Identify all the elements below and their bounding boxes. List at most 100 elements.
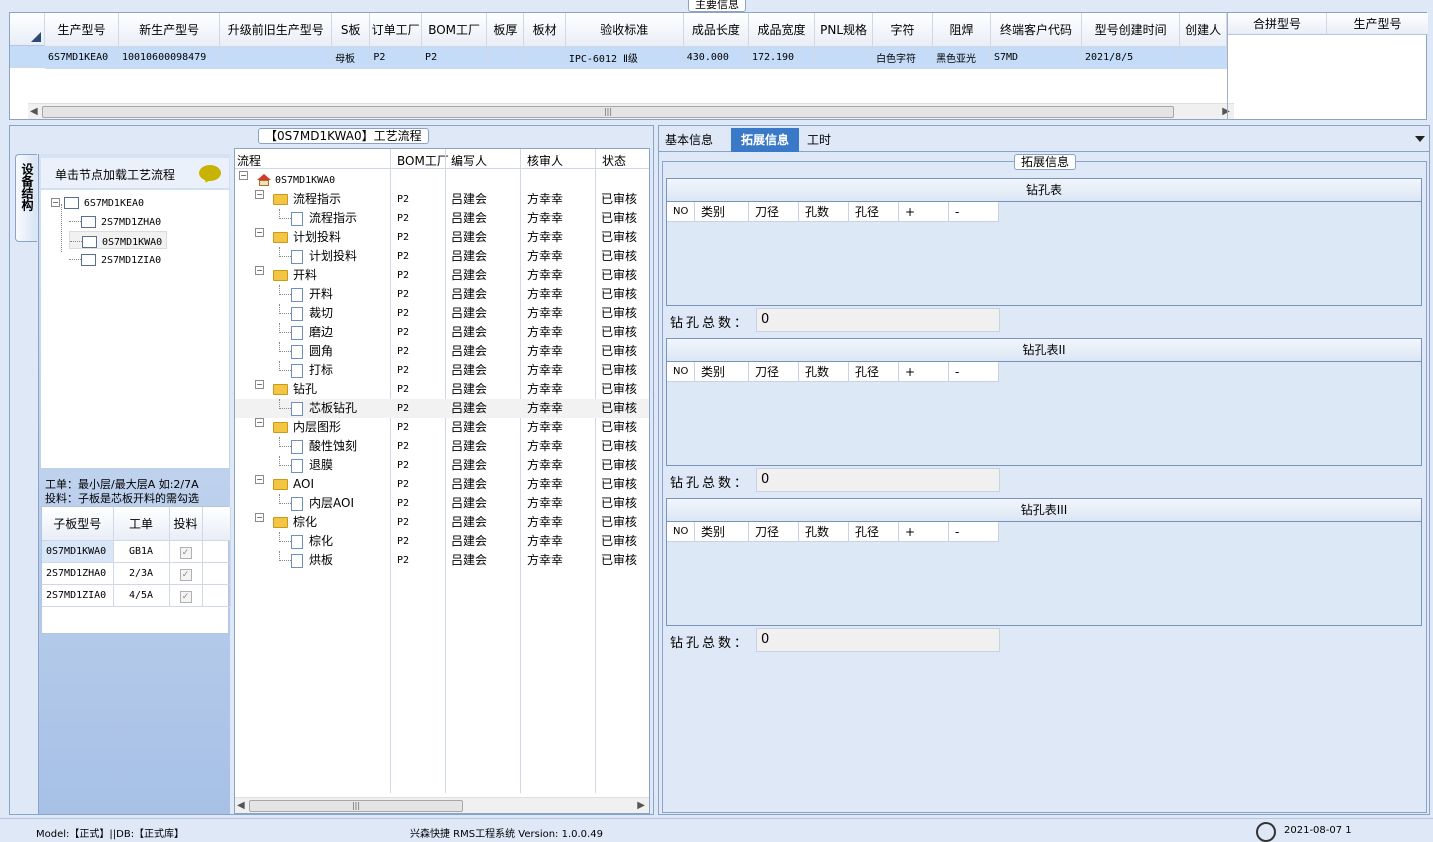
merge-col-header[interactable]: 合拼型号 — [1228, 13, 1327, 35]
main-col-header[interactable]: 升级前旧生产型号 — [219, 13, 333, 47]
drill-col-header[interactable]: 类别 — [695, 202, 749, 222]
main-grid-table[interactable]: 生产型号 新生产型号 升级前旧生产型号 S板 订单工厂 BOM工厂 板厚 板材 验收标准 成品长度… — [45, 13, 1227, 69]
sub-col-feed[interactable]: 投料 — [169, 507, 203, 541]
flow-col-header[interactable]: 核审人 — [527, 152, 563, 169]
flow-row[interactable]: 圆角 P2 吕建会 方幸幸 已审核 — [235, 342, 649, 361]
main-cell[interactable]: 白色字符 — [872, 46, 934, 69]
main-cell[interactable]: IPC-6012 Ⅱ级 — [565, 46, 684, 69]
collapse-icon[interactable]: − — [255, 266, 264, 275]
tab-extended-info[interactable]: 拓展信息 — [731, 128, 799, 152]
sub-col-model[interactable]: 子板型号 — [42, 507, 114, 541]
flow-row[interactable]: 磨边 P2 吕建会 方幸幸 已审核 — [235, 323, 649, 342]
flow-row[interactable]: − 棕化 P2 吕建会 方幸幸 已审核 — [235, 513, 649, 532]
drill-col-header[interactable]: 孔数 — [799, 522, 849, 542]
collapse-icon[interactable]: − — [255, 418, 264, 427]
flow-row[interactable]: 退膜 P2 吕建会 方幸幸 已审核 — [235, 456, 649, 475]
main-col-header[interactable]: 创建人 — [1179, 13, 1227, 47]
flow-grid[interactable]: 流程 BOM工厂 编写人 核审人 状态 −0S7MD1KWA0− 流程指示 P2 吕建会 方幸幸… — [234, 148, 650, 814]
sub-board-grid[interactable]: 子板型号 工单 投料 0S7MD1KWA0 GB1A ✓ 2S7MD1ZHA0 2/3A… — [41, 506, 231, 634]
merge-prod-col-header[interactable]: 生产型号 — [1327, 13, 1428, 35]
flow-col-header[interactable]: 状态 — [602, 152, 626, 169]
drill-col-header[interactable]: NO — [667, 522, 695, 542]
flow-row[interactable]: 流程指示 P2 吕建会 方幸幸 已审核 — [235, 209, 649, 228]
flow-row[interactable]: − 开料 P2 吕建会 方幸幸 已审核 — [235, 266, 649, 285]
collapse-icon[interactable]: − — [255, 513, 264, 522]
feed-checkbox[interactable]: ✓ — [179, 546, 192, 559]
drill-col-header[interactable]: NO — [667, 362, 695, 382]
collapse-icon[interactable]: − — [255, 380, 264, 389]
main-cell[interactable]: 6S7MD1KEA0 — [45, 46, 119, 69]
tree-node[interactable]: 2S7MD1ZHA0 — [69, 212, 161, 230]
flow-row[interactable]: 打标 P2 吕建会 方幸幸 已审核 — [235, 361, 649, 380]
drill-col-header[interactable]: 刀径 — [749, 362, 799, 382]
main-cell[interactable]: P2 — [369, 46, 423, 69]
drill-table-grid[interactable]: NO 类别 刀径 孔数 孔径 + - — [666, 202, 1422, 306]
main-cell[interactable]: 黑色亚光 — [932, 46, 991, 69]
drill-col-header[interactable]: 刀径 — [749, 522, 799, 542]
main-cell[interactable] — [219, 46, 333, 69]
flow-row[interactable]: 计划投料 P2 吕建会 方幸幸 已审核 — [235, 247, 649, 266]
flow-row[interactable]: 内层AOI P2 吕建会 方幸幸 已审核 — [235, 494, 649, 513]
drill-col-header[interactable]: 刀径 — [749, 202, 799, 222]
main-col-header[interactable]: BOM工厂 — [421, 13, 488, 47]
main-cell[interactable] — [523, 46, 566, 69]
sub-model[interactable]: 2S7MD1ZHA0 — [42, 562, 114, 585]
drill-col-header[interactable]: + — [899, 202, 949, 222]
tab-dropdown-icon[interactable] — [1415, 136, 1425, 142]
tree-node[interactable]: − 6S7MD1KEA0 — [51, 193, 144, 211]
tab-work-hours[interactable]: 工时 — [807, 131, 831, 148]
sub-model[interactable]: 0S7MD1KWA0 — [42, 540, 114, 563]
flow-row[interactable]: − AOI P2 吕建会 方幸幸 已审核 — [235, 475, 649, 494]
flow-row[interactable]: 烘板 P2 吕建会 方幸幸 已审核 — [235, 551, 649, 570]
merge-grid[interactable]: 合拼型号 生产型号 — [1227, 13, 1428, 120]
main-cell[interactable]: 母板 — [331, 46, 371, 69]
drill-total-field[interactable]: 0 — [756, 468, 1000, 492]
flow-row[interactable]: 芯板钻孔 P2 吕建会 方幸幸 已审核 — [235, 399, 649, 418]
main-col-header[interactable]: 新生产型号 — [118, 13, 221, 47]
flow-row[interactable]: − 计划投料 P2 吕建会 方幸幸 已审核 — [235, 228, 649, 247]
drill-table-grid[interactable]: NO 类别 刀径 孔数 孔径 + - — [666, 362, 1422, 466]
drill-col-header[interactable]: 孔数 — [799, 202, 849, 222]
drill-col-header[interactable]: - — [949, 202, 999, 222]
drill-col-header[interactable]: 孔径 — [849, 362, 899, 382]
sub-order[interactable]: 2/3A — [113, 562, 170, 585]
flow-row[interactable]: 开料 P2 吕建会 方幸幸 已审核 — [235, 285, 649, 304]
tree-node[interactable]: 0S7MD1KWA0 — [69, 231, 168, 249]
main-cell[interactable]: 2021/8/5 — [1081, 46, 1181, 69]
flow-row[interactable]: − 钻孔 P2 吕建会 方幸幸 已审核 — [235, 380, 649, 399]
main-col-header[interactable]: S板 — [331, 13, 371, 47]
drill-total-field[interactable]: 0 — [756, 308, 1000, 332]
drill-col-header[interactable]: 孔径 — [849, 202, 899, 222]
main-cell[interactable]: 172.190 — [748, 46, 816, 69]
sub-row[interactable]: 0S7MD1KWA0 GB1A ✓ — [42, 540, 231, 563]
structure-tree[interactable]: − 6S7MD1KEA0 2S7MD1ZHA0 0S7MD1KWA0 2S7MD1ZI… — [41, 190, 229, 468]
collapse-icon[interactable]: − — [255, 228, 264, 237]
sub-model[interactable]: 2S7MD1ZIA0 — [42, 584, 114, 607]
main-col-header[interactable]: 生产型号 — [45, 13, 119, 47]
flow-horizontal-scrollbar[interactable]: ◀ ||| ▶ — [235, 797, 649, 813]
scrollbar-thumb[interactable]: ||| — [42, 106, 1174, 118]
main-col-header[interactable]: PNL规格 — [814, 13, 874, 47]
main-col-header[interactable]: 终端客户代码 — [990, 13, 1083, 47]
drill-col-header[interactable]: - — [949, 362, 999, 382]
collapse-icon[interactable]: − — [255, 475, 264, 484]
drill-total-field[interactable]: 0 — [756, 628, 1000, 652]
drill-col-header[interactable]: + — [899, 522, 949, 542]
feed-checkbox[interactable]: ✓ — [179, 590, 192, 603]
main-col-header[interactable]: 成品长度 — [683, 13, 749, 47]
main-col-header[interactable]: 阻焊 — [932, 13, 991, 47]
sub-order[interactable]: 4/5A — [113, 584, 170, 607]
horizontal-scrollbar[interactable]: ◀ ||| ▶ — [28, 103, 1234, 119]
main-cell[interactable] — [486, 46, 525, 69]
flow-scrollbar-thumb[interactable]: ||| — [249, 800, 463, 812]
main-col-header[interactable]: 型号创建时间 — [1081, 13, 1181, 47]
main-cell[interactable]: P2 — [421, 46, 488, 69]
flow-row[interactable]: 棕化 P2 吕建会 方幸幸 已审核 — [235, 532, 649, 551]
tree-node[interactable]: 2S7MD1ZIA0 — [69, 250, 161, 268]
flow-col-header[interactable]: 流程 — [237, 152, 261, 169]
flow-row[interactable]: 裁切 P2 吕建会 方幸幸 已审核 — [235, 304, 649, 323]
flow-col-header[interactable]: 编写人 — [451, 152, 487, 169]
drill-col-header[interactable]: - — [949, 522, 999, 542]
main-col-header[interactable]: 成品宽度 — [748, 13, 816, 47]
main-col-header[interactable]: 字符 — [872, 13, 934, 47]
